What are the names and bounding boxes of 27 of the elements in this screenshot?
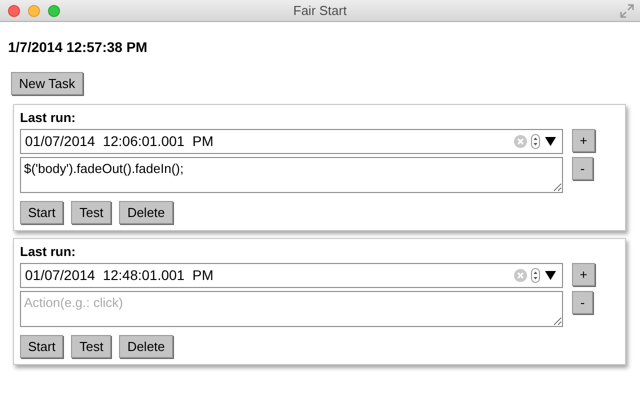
spinner-icon[interactable] [531,134,540,149]
new-task-button[interactable]: New Task [11,72,84,95]
spinner-icon[interactable] [531,268,540,283]
fullscreen-icon[interactable] [620,4,634,18]
close-icon[interactable] [8,4,20,16]
minimize-icon[interactable] [28,4,40,16]
remove-button[interactable]: - [572,290,593,314]
test-button[interactable]: Test [71,200,112,224]
last-run-label: Last run: [20,110,77,126]
delete-button[interactable]: Delete [119,334,173,358]
datetime-field[interactable]: 01/07/2014 12:48:01.001 PM [20,262,563,288]
last-run-label: Last run: [20,244,77,260]
delete-button[interactable]: Delete [119,200,173,224]
datetime-field[interactable]: 01/07/2014 12:06:01.001 PM [20,128,563,154]
dropdown-arrow-icon[interactable] [545,270,556,280]
remove-button[interactable]: - [572,156,593,180]
start-button[interactable]: Start [20,334,64,358]
clock-text: 1/7/2014 12:57:38 PM [8,38,148,56]
add-button[interactable]: + [572,262,595,286]
action-field[interactable]: Action(e.g.: click) [20,290,563,327]
add-button[interactable]: + [572,128,595,152]
start-button[interactable]: Start [20,200,64,224]
zoom-icon[interactable] [48,4,60,16]
window-title: Fair Start [293,2,347,20]
test-button[interactable]: Test [71,334,112,358]
action-field[interactable]: $('body').fadeOut().fadeIn(); [20,156,563,193]
dropdown-arrow-icon[interactable] [545,136,556,146]
